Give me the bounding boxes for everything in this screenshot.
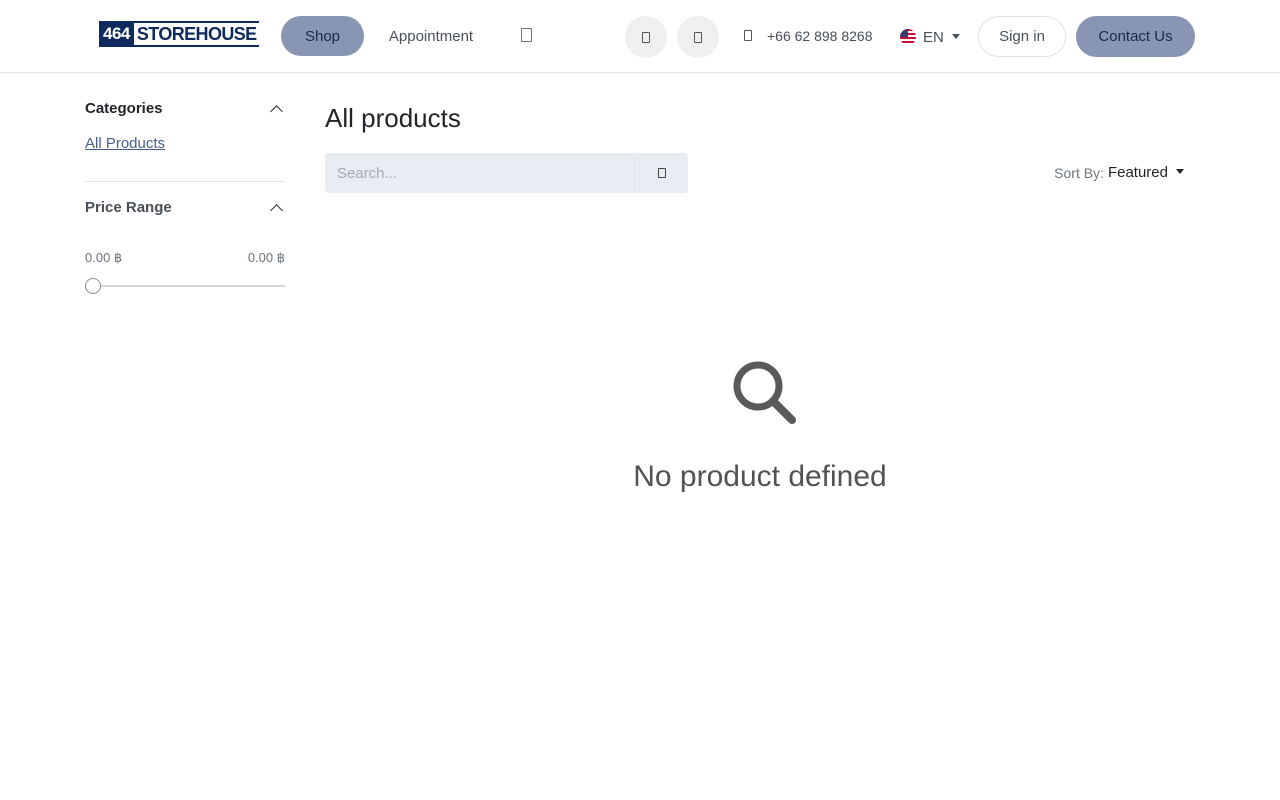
price-min-value: 0.00 ฿: [85, 250, 123, 265]
cart-button[interactable]: [625, 16, 667, 58]
sort-label: Sort By:: [1054, 164, 1104, 181]
empty-state-message: No product defined: [633, 460, 887, 493]
site-logo[interactable]: 464 STOREHOUSE: [99, 21, 259, 47]
price-range-toggle[interactable]: Price Range: [85, 195, 285, 219]
search-icon: [657, 168, 666, 178]
price-slider-track[interactable]: [85, 285, 285, 287]
sort-value: Featured: [1107, 164, 1168, 181]
search-button[interactable]: [634, 153, 688, 193]
sign-in-button[interactable]: Sign in: [978, 16, 1066, 57]
chevron-down-icon: [1176, 169, 1184, 174]
category-all-products[interactable]: All Products: [85, 135, 165, 152]
sidebar-divider: [85, 181, 285, 182]
chevron-down-icon: [951, 33, 960, 39]
wishlist-button[interactable]: [677, 16, 719, 58]
search-input[interactable]: [325, 153, 634, 193]
phone-icon: [744, 30, 752, 41]
price-range-title: Price Range: [85, 198, 172, 216]
nav-appointment[interactable]: Appointment: [376, 16, 486, 56]
categories-title: Categories: [85, 99, 163, 117]
product-search: [325, 153, 688, 193]
price-max-value: 0.00 ฿: [247, 250, 285, 265]
sort-dropdown[interactable]: Sort By: Featured: [1054, 164, 1184, 181]
logo-number: 464: [99, 21, 134, 47]
site-header: 464 STOREHOUSE Shop Appointment +66 62 8…: [0, 0, 1280, 73]
categories-toggle[interactable]: Categories: [85, 96, 285, 120]
phone-number[interactable]: +66 62 898 8268: [767, 28, 873, 44]
nav-shop[interactable]: Shop: [281, 16, 364, 56]
price-slider-handle[interactable]: [85, 278, 101, 294]
us-flag-icon: [900, 29, 916, 45]
heart-icon: [694, 31, 702, 43]
search-icon[interactable]: [521, 28, 532, 42]
chevron-up-icon: [270, 104, 283, 118]
chevron-up-icon: [270, 203, 283, 217]
page-title: All products: [325, 103, 461, 133]
contact-us-button[interactable]: Contact Us: [1076, 16, 1195, 57]
cart-icon: [642, 31, 650, 43]
magnifier-icon: [733, 361, 796, 424]
logo-text: STOREHOUSE: [133, 21, 259, 47]
language-selector[interactable]: EN: [900, 27, 960, 47]
language-label: EN: [923, 28, 944, 46]
